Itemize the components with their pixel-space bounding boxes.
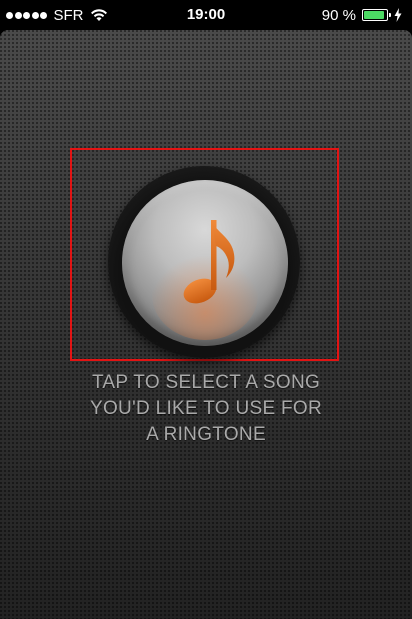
instruction-line-1: TAP TO SELECT A SONG <box>91 372 321 393</box>
select-song-button[interactable] <box>122 180 288 346</box>
battery-icon <box>362 9 391 21</box>
status-right: 90 % <box>322 6 402 24</box>
battery-percentage: 90 % <box>321 6 356 24</box>
status-bar: SFR 19:00 90 % <box>0 0 412 30</box>
charging-icon <box>394 8 402 22</box>
screen: SFR 19:00 90 % TAP TO SELECT A SONG YOU'… <box>0 0 412 619</box>
instruction-text: TAP TO SELECT A SONG YOU'D LIKE TO USE F… <box>0 370 412 448</box>
music-note-icon <box>183 220 235 304</box>
instruction-line-3: A RINGTONE <box>146 424 266 445</box>
instruction-line-2: YOU'D LIKE TO USE FOR <box>90 398 322 419</box>
battery-level-fill <box>364 11 384 19</box>
main-panel: TAP TO SELECT A SONG YOU'D LIKE TO USE F… <box>0 30 412 619</box>
